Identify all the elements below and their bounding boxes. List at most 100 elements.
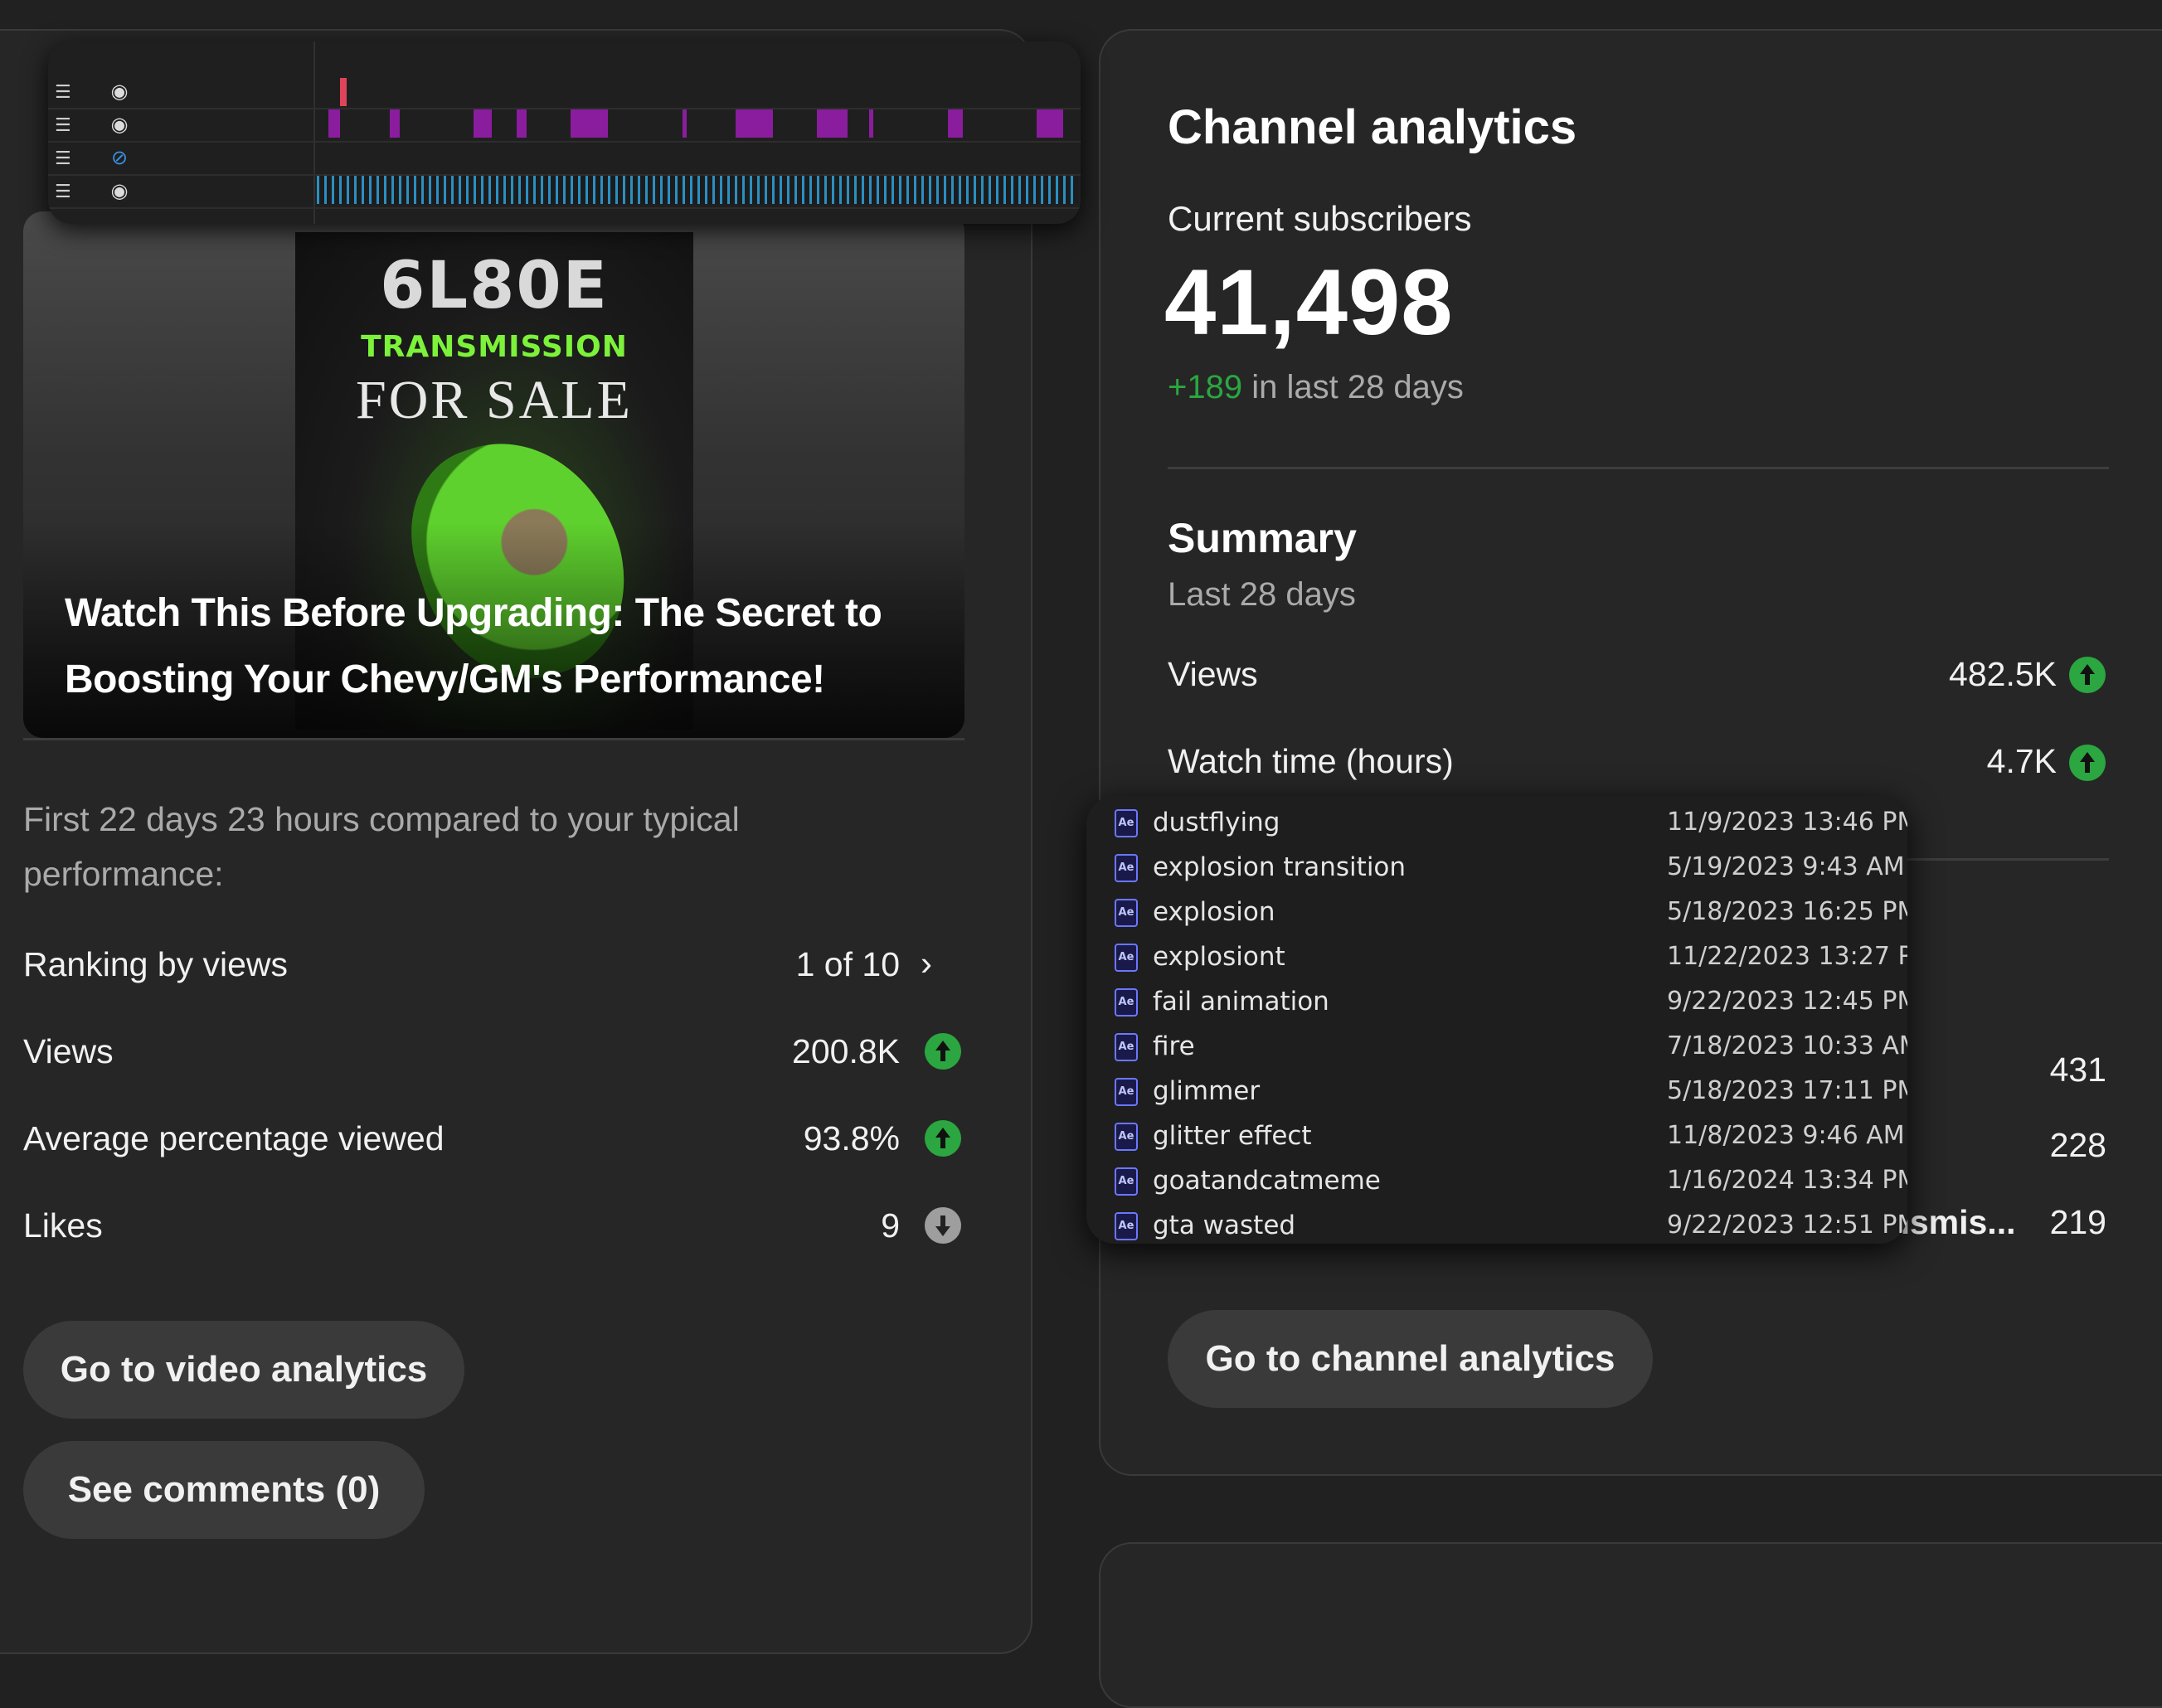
file-date: 7/18/2023 10:33 AM: [1667, 1031, 1907, 1060]
subscriber-count: 41,498: [1164, 250, 1454, 354]
timeline-clip[interactable]: [328, 109, 340, 138]
file-row[interactable]: Ae gta wasted 9/22/2023 12:51 PM: [1086, 1206, 1907, 1244]
summary-period: Last 28 days: [1168, 576, 1356, 613]
timeline-clip[interactable]: [817, 109, 848, 138]
file-name: fail animation: [1153, 987, 1329, 1017]
subscriber-change: +189 in last 28 days: [1168, 369, 1464, 406]
timeline-clip[interactable]: [517, 109, 527, 138]
after-effects-file-icon: Ae: [1115, 899, 1138, 927]
timeline-clip[interactable]: [948, 109, 963, 138]
stat-value-ranking: 1 of 10: [795, 945, 900, 983]
after-effects-file-icon: Ae: [1115, 988, 1138, 1017]
layer-icon: ☰: [55, 148, 71, 168]
file-name: explosiont: [1153, 942, 1285, 972]
after-effects-file-icon: Ae: [1115, 1123, 1138, 1151]
file-row[interactable]: Ae dustflying 11/9/2023 13:46 PM: [1086, 803, 1907, 847]
timeline-clip[interactable]: [390, 109, 400, 138]
go-to-video-analytics-button[interactable]: Go to video analytics: [23, 1321, 464, 1419]
file-list-panel: Ae dustflying 11/9/2023 13:46 PM Ae expl…: [1086, 796, 1907, 1244]
after-effects-file-icon: Ae: [1115, 854, 1138, 882]
channel-analytics-title: Channel analytics: [1168, 100, 1577, 154]
after-effects-file-icon: Ae: [1115, 809, 1138, 837]
timeline-clip[interactable]: [736, 109, 773, 138]
playhead-marker[interactable]: [340, 78, 347, 106]
file-row[interactable]: Ae explosion transition 5/19/2023 9:43 A…: [1086, 847, 1907, 892]
stat-label-likes: Likes: [23, 1206, 103, 1245]
summary-title: Summary: [1168, 515, 1357, 561]
stat-label-ranking: Ranking by views: [23, 945, 289, 983]
file-name: goatandcatmeme: [1153, 1166, 1381, 1196]
thumbnail-text-for-sale: FOR SALE: [356, 370, 633, 430]
eye-icon[interactable]: ◉: [103, 181, 136, 202]
top-content-value-2: 228: [2049, 1126, 2106, 1164]
timeline-clip[interactable]: [869, 109, 873, 138]
next-card: [1099, 1542, 2162, 1708]
thumbnail-text-model: 6L80E: [380, 249, 609, 323]
after-effects-file-icon: Ae: [1115, 1212, 1138, 1240]
timeline-clip[interactable]: [1037, 109, 1063, 138]
arrow-up-icon: [925, 1033, 961, 1070]
performance-intro: First 22 days 23 hours compared to your …: [23, 800, 740, 893]
summary-label-views: Views: [1168, 655, 1258, 693]
see-comments-button[interactable]: See comments (0): [23, 1441, 425, 1539]
stat-value-avg-viewed: 93.8%: [803, 1119, 900, 1157]
file-row[interactable]: Ae explosion 5/18/2023 16:25 PM: [1086, 892, 1907, 937]
timeline-panel: ☰ ◉ ☰ ◉ ☰ ⊘ ☰ ◉: [48, 41, 1081, 224]
summary-label-watch-time: Watch time (hours): [1168, 742, 1454, 780]
file-row[interactable]: Ae fire 7/18/2023 10:33 AM: [1086, 1026, 1907, 1071]
after-effects-file-icon: Ae: [1115, 1078, 1138, 1106]
eye-icon[interactable]: ◉: [103, 81, 136, 103]
timeline-track: ☰ ⊘: [48, 143, 1081, 176]
chevron-right-icon[interactable]: ›: [921, 944, 932, 983]
file-row[interactable]: Ae explosiont 11/22/2023 13:27 PM: [1086, 937, 1907, 982]
file-row[interactable]: Ae glimmer 5/18/2023 17:11 PM: [1086, 1071, 1907, 1116]
stat-value-views: 200.8K: [792, 1032, 900, 1070]
file-date: 5/19/2023 9:43 AM: [1667, 852, 1905, 881]
after-effects-file-icon: Ae: [1115, 1033, 1138, 1061]
after-effects-file-icon: Ae: [1115, 1167, 1138, 1196]
subscriber-change-suffix: in last 28 days: [1242, 369, 1464, 405]
layer-icon: ☰: [55, 81, 71, 102]
timeline-clip[interactable]: [571, 109, 608, 138]
file-name: glitter effect: [1153, 1121, 1312, 1151]
file-name: dustflying: [1153, 808, 1280, 837]
after-effects-file-icon: Ae: [1115, 944, 1138, 972]
file-name: gta wasted: [1153, 1211, 1296, 1240]
summary-value-watch-time: 4.7K: [1986, 742, 2057, 780]
file-name: explosion: [1153, 897, 1275, 927]
file-name: fire: [1153, 1031, 1195, 1061]
arrow-up-icon: [2069, 657, 2106, 693]
file-date: 5/18/2023 17:11 PM: [1667, 1076, 1907, 1105]
eye-icon[interactable]: ◉: [103, 114, 136, 136]
eye-hidden-icon[interactable]: ⊘: [103, 148, 136, 169]
thumbnail-text-transmission: TRANSMISSION: [361, 330, 628, 364]
timeline-track: ☰ ◉: [48, 176, 1081, 209]
subscriber-change-value: +189: [1168, 369, 1243, 405]
file-row[interactable]: Ae goatandcatmeme 1/16/2024 13:34 PM: [1086, 1161, 1907, 1206]
stat-label-avg-viewed: Average percentage viewed: [23, 1119, 445, 1157]
go-to-channel-analytics-button[interactable]: Go to channel analytics: [1168, 1310, 1653, 1408]
timeline-track: ☰ ◉: [48, 109, 1081, 143]
video-title[interactable]: Watch This Before Upgrading: The Secret …: [65, 580, 935, 713]
layer-icon: ☰: [55, 114, 71, 135]
file-date: 5/18/2023 16:25 PM: [1667, 897, 1907, 926]
subscribers-label: Current subscribers: [1168, 199, 1472, 238]
top-content-value-1: 431: [2049, 1051, 2106, 1089]
timeline-clip[interactable]: [474, 109, 492, 138]
file-date: 11/9/2023 13:46 PM: [1667, 808, 1907, 837]
timeline-track: ☰ ◉: [48, 76, 1081, 109]
timeline-audio-clip[interactable]: [317, 176, 1078, 204]
arrow-up-icon: [925, 1120, 961, 1157]
file-date: 11/8/2023 9:46 AM: [1667, 1121, 1905, 1150]
layer-icon: ☰: [55, 181, 71, 201]
file-row[interactable]: Ae glitter effect 11/8/2023 9:46 AM: [1086, 1116, 1907, 1161]
stat-value-likes: 9: [881, 1206, 900, 1245]
divider: [23, 738, 964, 740]
file-name: glimmer: [1153, 1076, 1261, 1106]
divider: [1168, 467, 2109, 469]
arrow-down-icon: [925, 1207, 961, 1244]
file-date: 1/16/2024 13:34 PM: [1667, 1166, 1907, 1195]
file-row[interactable]: Ae fail animation 9/22/2023 12:45 PM: [1086, 982, 1907, 1026]
arrow-up-icon: [2069, 745, 2106, 781]
timeline-clip[interactable]: [683, 109, 687, 138]
